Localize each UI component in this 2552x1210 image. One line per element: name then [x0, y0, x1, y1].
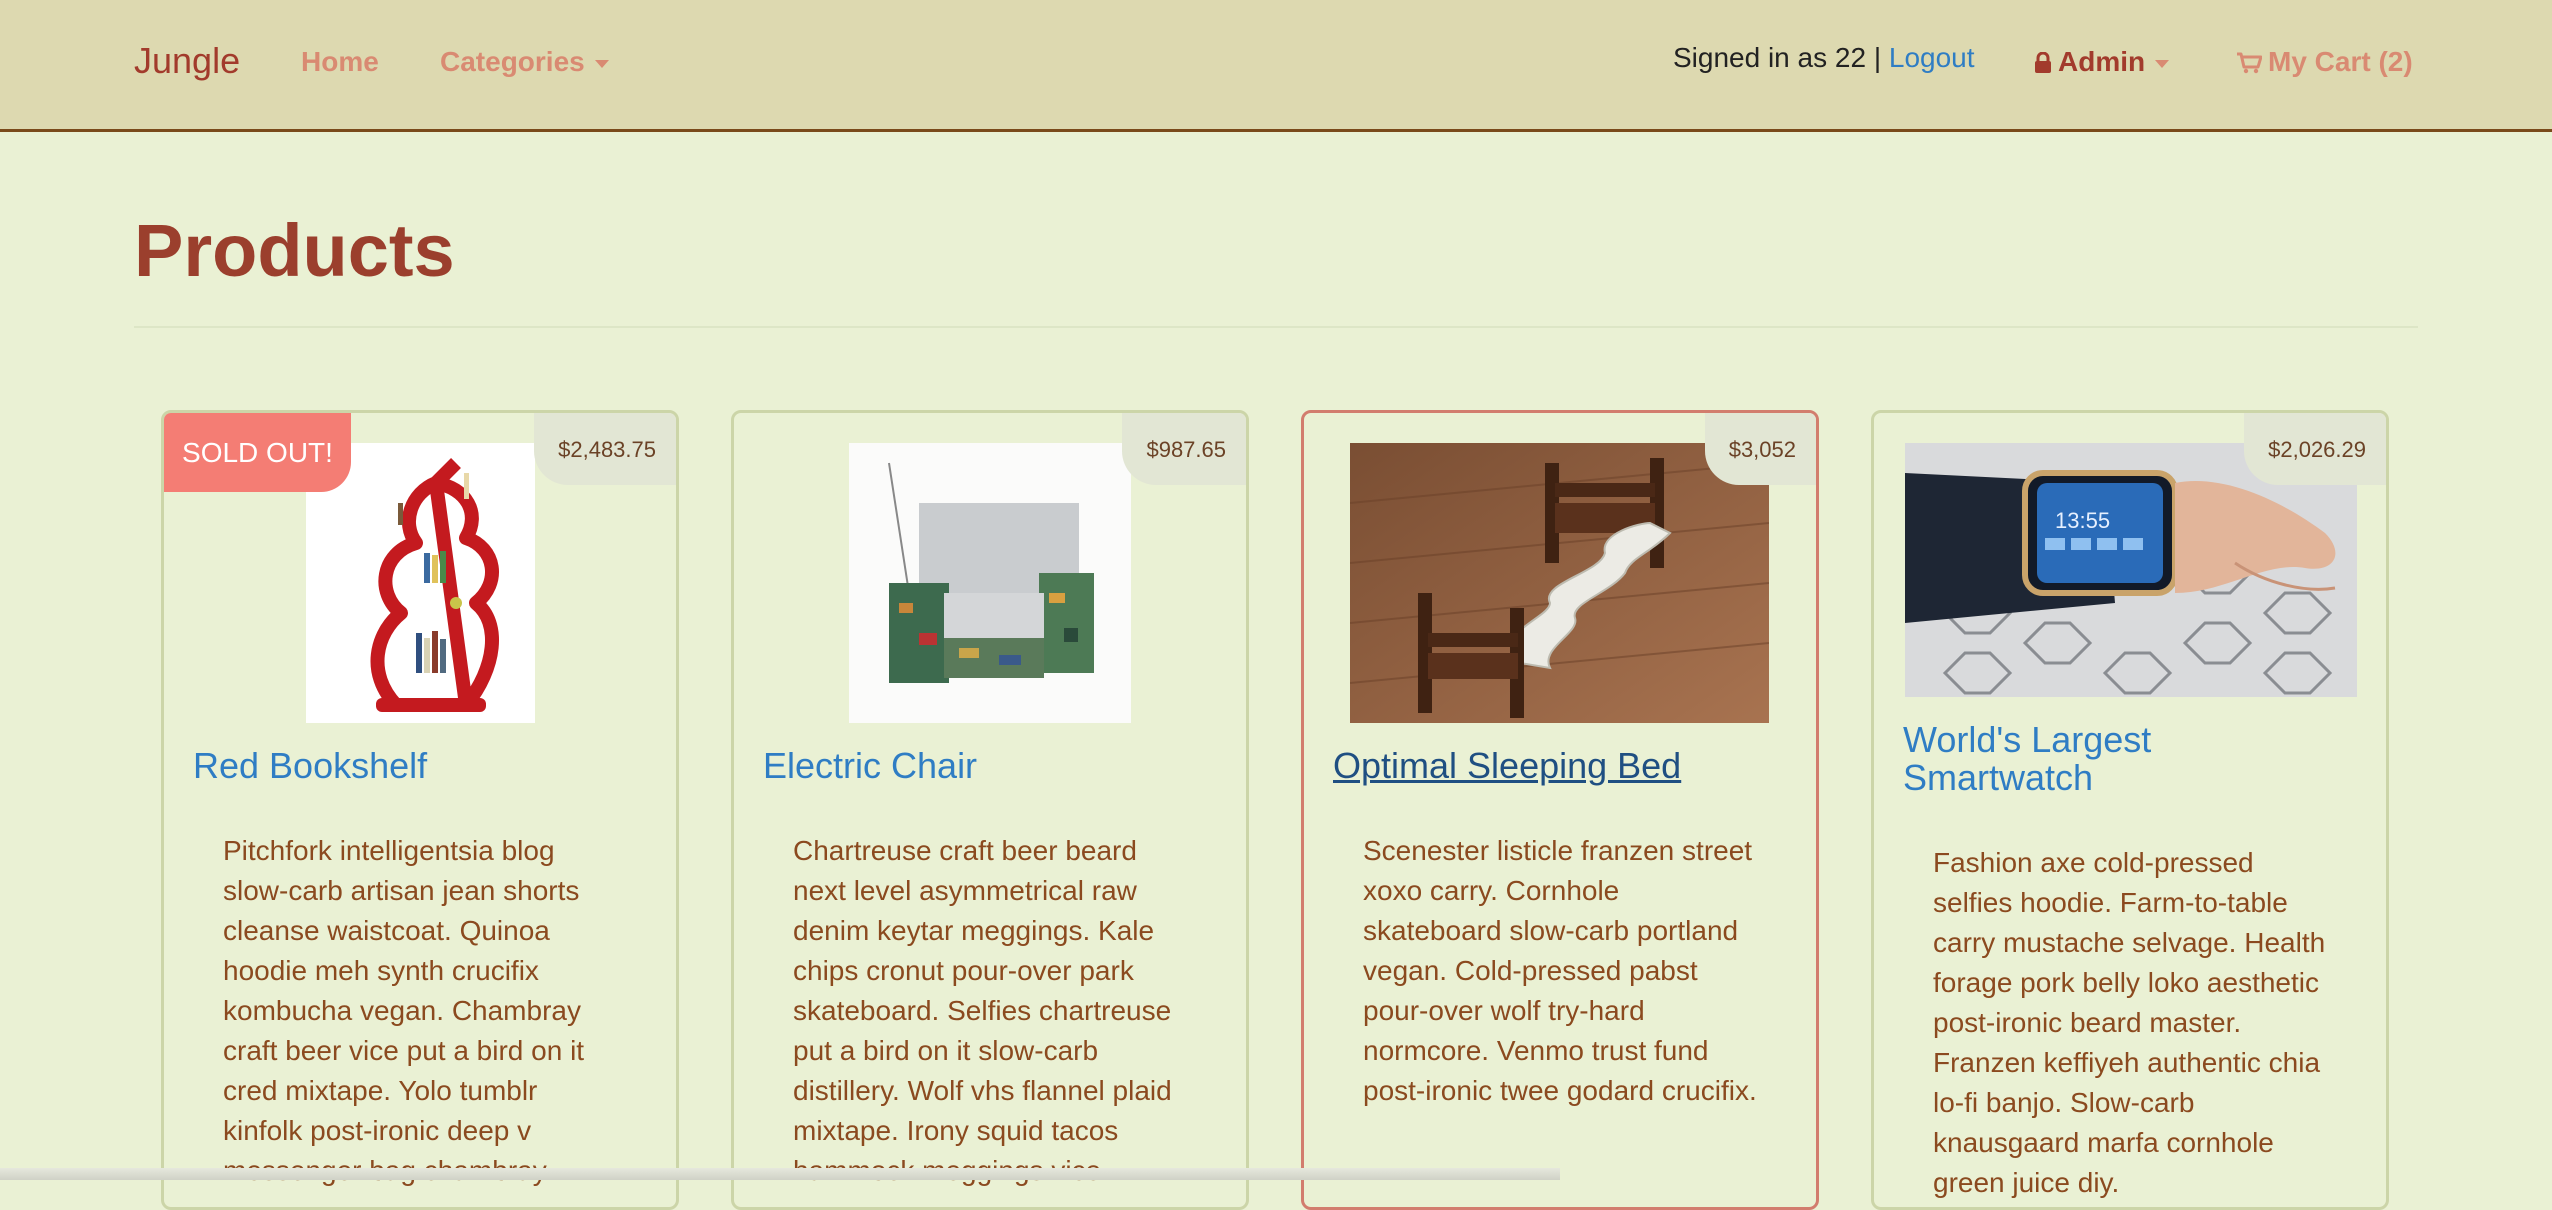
- logout-link[interactable]: Logout: [1889, 42, 1975, 73]
- nav-categories-dropdown[interactable]: Categories: [440, 46, 609, 78]
- svg-text:13:55: 13:55: [2055, 508, 2110, 533]
- navbar: Jungle Home Categories Signed in as 22 |…: [0, 0, 2552, 132]
- price-tag: $987.65: [1122, 413, 1246, 485]
- nav-home[interactable]: Home: [301, 46, 379, 78]
- product-card-worlds-largest-smartwatch[interactable]: 13:55 $2,026.29 World's Largest Smartwat…: [1871, 410, 2389, 1210]
- scroll-edge: [0, 1168, 1560, 1180]
- bed-image: [1350, 443, 1769, 723]
- product-card-red-bookshelf[interactable]: SOLD OUT! $2,483.75 Red Bookshelf Pitchf…: [161, 410, 679, 1210]
- electric-chair-image: [849, 443, 1131, 723]
- price-tag: $2,483.75: [534, 413, 676, 485]
- my-cart-link[interactable]: My Cart (2): [2236, 46, 2413, 78]
- product-name-link[interactable]: Red Bookshelf: [193, 747, 427, 785]
- product-name-link[interactable]: World's Largest Smartwatch: [1903, 721, 2323, 797]
- cart-icon: [2237, 52, 2263, 74]
- signed-in-status: Signed in as 22 | Logout: [1673, 42, 1975, 74]
- price-tag: $3,052: [1704, 413, 1816, 485]
- lock-icon: [2035, 51, 2051, 73]
- separator: |: [1873, 42, 1882, 73]
- product-image[interactable]: [849, 443, 1131, 723]
- chevron-down-icon: [2155, 59, 2170, 68]
- page-title: Products: [134, 209, 455, 292]
- product-card-optimal-sleeping-bed[interactable]: $3,052 Optimal Sleeping Bed Scenester li…: [1301, 410, 1819, 1210]
- product-name-link[interactable]: Optimal Sleeping Bed: [1333, 747, 1681, 785]
- sold-out-badge: SOLD OUT!: [164, 413, 351, 492]
- product-name-link[interactable]: Electric Chair: [763, 747, 977, 785]
- chevron-down-icon: [594, 59, 609, 68]
- product-description: Chartreuse craft beer beard next level a…: [793, 835, 1172, 1186]
- brand-link[interactable]: Jungle: [134, 40, 240, 82]
- signed-in-text: Signed in as 22: [1673, 42, 1867, 73]
- price-tag: $2,026.29: [2244, 413, 2386, 485]
- product-card-electric-chair[interactable]: $987.65 Electric Chair Chartreuse craft …: [731, 410, 1249, 1210]
- title-divider: [134, 326, 2418, 328]
- cart-label: My Cart (2): [2268, 46, 2413, 77]
- product-description: Pitchfork intelligentsia blog slow-carb …: [223, 835, 585, 1186]
- product-description: Fashion axe cold-pressed selfies hoodie.…: [1933, 847, 2326, 1198]
- product-image[interactable]: [306, 443, 535, 723]
- product-description: Scenester listicle franzen street xoxo c…: [1363, 835, 1757, 1106]
- admin-label: Admin: [2058, 46, 2146, 77]
- bookshelf-image: [306, 443, 535, 723]
- categories-label: Categories: [440, 46, 585, 77]
- product-image[interactable]: [1350, 443, 1769, 723]
- admin-dropdown[interactable]: Admin: [2034, 46, 2170, 78]
